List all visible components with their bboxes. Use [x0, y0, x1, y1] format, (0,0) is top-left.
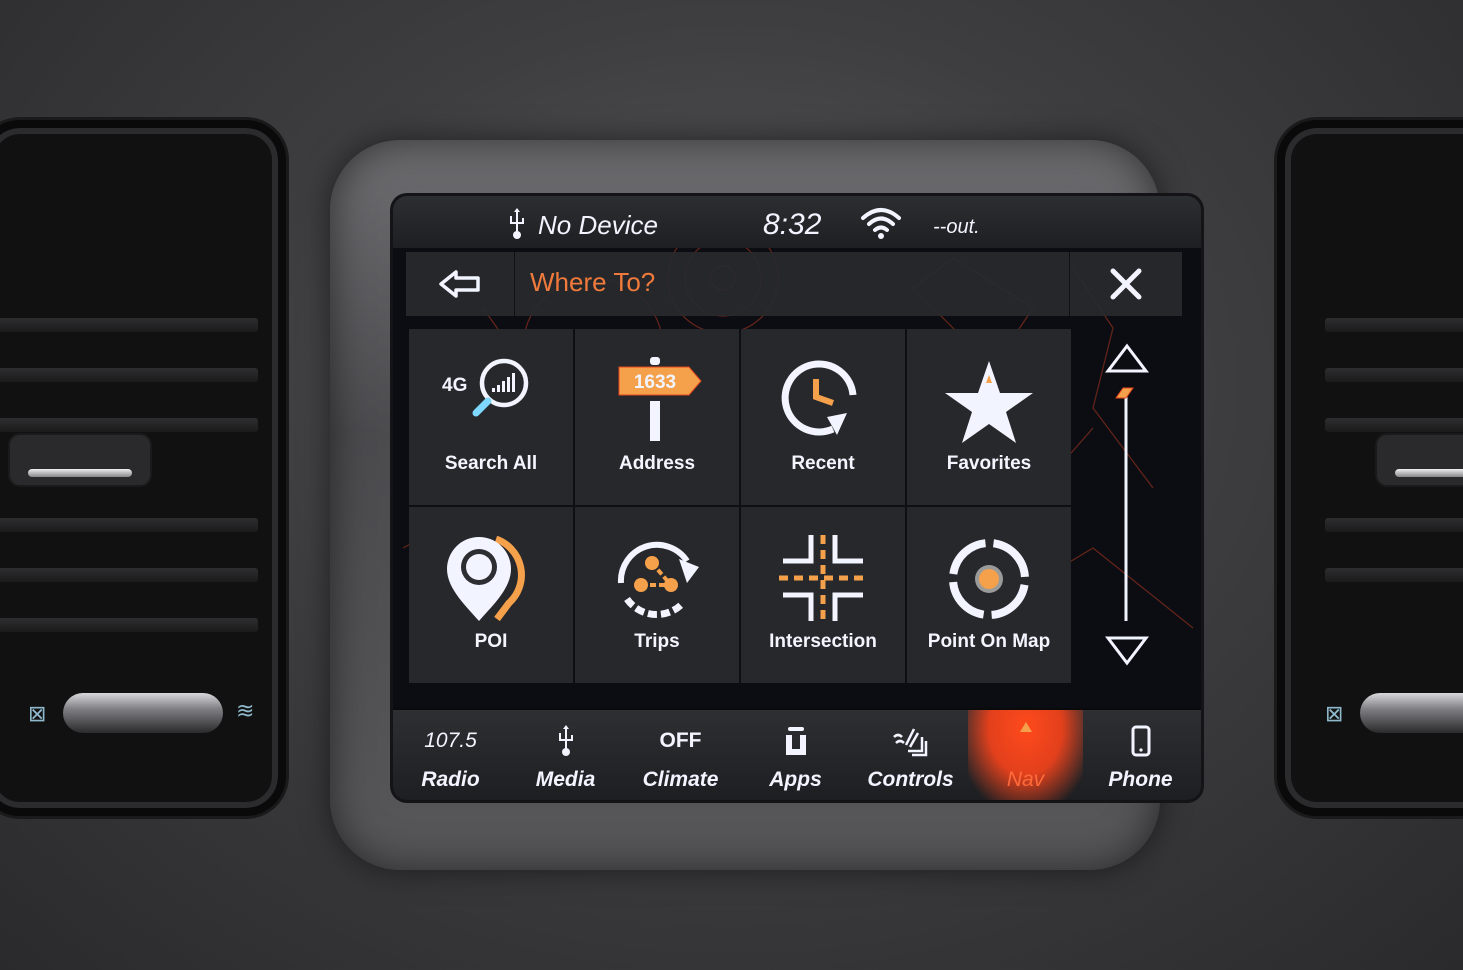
- address-number: 1633: [634, 372, 676, 393]
- star-icon: [945, 361, 1033, 443]
- tile-point-on-map[interactable]: Point On Map: [907, 507, 1071, 683]
- map-pin-icon: [447, 535, 525, 622]
- radio-frequency: 107.5: [424, 729, 477, 752]
- tile-label: Recent: [791, 453, 855, 474]
- tile-poi[interactable]: POI: [409, 507, 573, 683]
- wifi-icon: [859, 206, 903, 247]
- close-button[interactable]: [1069, 252, 1182, 316]
- intersection-icon: [779, 535, 867, 621]
- vent-direction-tab[interactable]: [8, 433, 152, 487]
- tile-favorites[interactable]: Favorites: [907, 329, 1071, 505]
- nav-label: Controls: [867, 768, 954, 791]
- usb-icon: [508, 208, 526, 247]
- tile-search-all[interactable]: 4G Search All: [409, 329, 573, 505]
- nav-phone[interactable]: Phone: [1083, 710, 1198, 800]
- nav-label: Apps: [769, 768, 822, 791]
- tile-label: Intersection: [769, 631, 877, 652]
- controls-icon: [892, 728, 927, 757]
- nav-label: Nav: [1006, 768, 1045, 791]
- clock: 8:32: [763, 208, 822, 241]
- tile-intersection[interactable]: Intersection: [741, 507, 905, 683]
- vent-closed-icon: ⊠: [1325, 701, 1344, 726]
- nav-controls[interactable]: Controls: [853, 710, 968, 800]
- right-air-vent: ⊠: [1277, 120, 1463, 816]
- destination-menu: 4G Search All 1633 Address Recent Favori…: [409, 329, 1071, 683]
- recent-clock-icon: [781, 360, 857, 436]
- nav-media[interactable]: Media: [508, 710, 623, 800]
- active-indicator-icon: [1019, 722, 1032, 732]
- nav-climate[interactable]: OFF Climate: [623, 710, 738, 800]
- tile-label: Address: [618, 453, 696, 474]
- usb-icon: [558, 725, 573, 756]
- vent-direction-tab[interactable]: [1375, 433, 1463, 487]
- 4g-badge: 4G: [442, 375, 467, 396]
- scroll-down-icon[interactable]: [1104, 636, 1150, 666]
- close-icon: [1110, 268, 1142, 300]
- tile-label: Trips: [634, 631, 680, 652]
- page-header: Where To?: [406, 252, 1182, 316]
- nav-nav[interactable]: Nav: [968, 710, 1083, 800]
- scroll-up-icon[interactable]: [1104, 343, 1150, 373]
- left-air-vent: ⊠ ≋: [0, 120, 286, 816]
- tile-label: Favorites: [946, 453, 1032, 474]
- vent-open-icon: ≋: [236, 698, 255, 723]
- climate-status: OFF: [659, 729, 702, 752]
- scroll-thumb[interactable]: [1115, 387, 1134, 399]
- tile-recent[interactable]: Recent: [741, 329, 905, 505]
- back-button[interactable]: [406, 252, 515, 316]
- vent-closed-icon: ⊠: [28, 701, 47, 726]
- tile-label: Search All: [444, 453, 538, 474]
- vent-airflow-wheel[interactable]: [63, 693, 223, 733]
- tile-label: POI: [474, 631, 508, 652]
- infotainment-screen: No Device 8:32 --out. Where To? 4G Searc…: [393, 196, 1201, 800]
- nav-label: Climate: [642, 768, 719, 791]
- tile-trips[interactable]: Trips: [575, 507, 739, 683]
- device-status: No Device: [538, 210, 658, 240]
- back-arrow-icon: [439, 270, 480, 298]
- target-icon: [949, 539, 1029, 619]
- bottom-nav-bar: 107.5 Radio Media OFF Climate Apps Contr…: [393, 708, 1201, 800]
- phone-icon: [1131, 725, 1150, 757]
- vent-airflow-wheel[interactable]: [1360, 693, 1463, 733]
- trips-icon: [617, 541, 699, 618]
- nav-label: Radio: [421, 768, 480, 791]
- tile-label: Point On Map: [927, 631, 1051, 652]
- tile-address[interactable]: 1633 Address: [575, 329, 739, 505]
- search-4g-icon: 4G: [442, 358, 529, 417]
- outside-temperature: --out.: [933, 216, 980, 238]
- scrollbar[interactable]: [1093, 336, 1153, 676]
- status-bar: No Device 8:32 --out.: [393, 196, 1201, 248]
- nav-apps[interactable]: Apps: [738, 710, 853, 800]
- address-sign-icon: 1633: [618, 357, 702, 441]
- nav-label: Media: [535, 768, 596, 791]
- nav-radio[interactable]: 107.5 Radio: [393, 710, 508, 800]
- page-title: Where To?: [530, 267, 656, 297]
- nav-label: Phone: [1108, 768, 1173, 791]
- apps-icon: [785, 727, 806, 755]
